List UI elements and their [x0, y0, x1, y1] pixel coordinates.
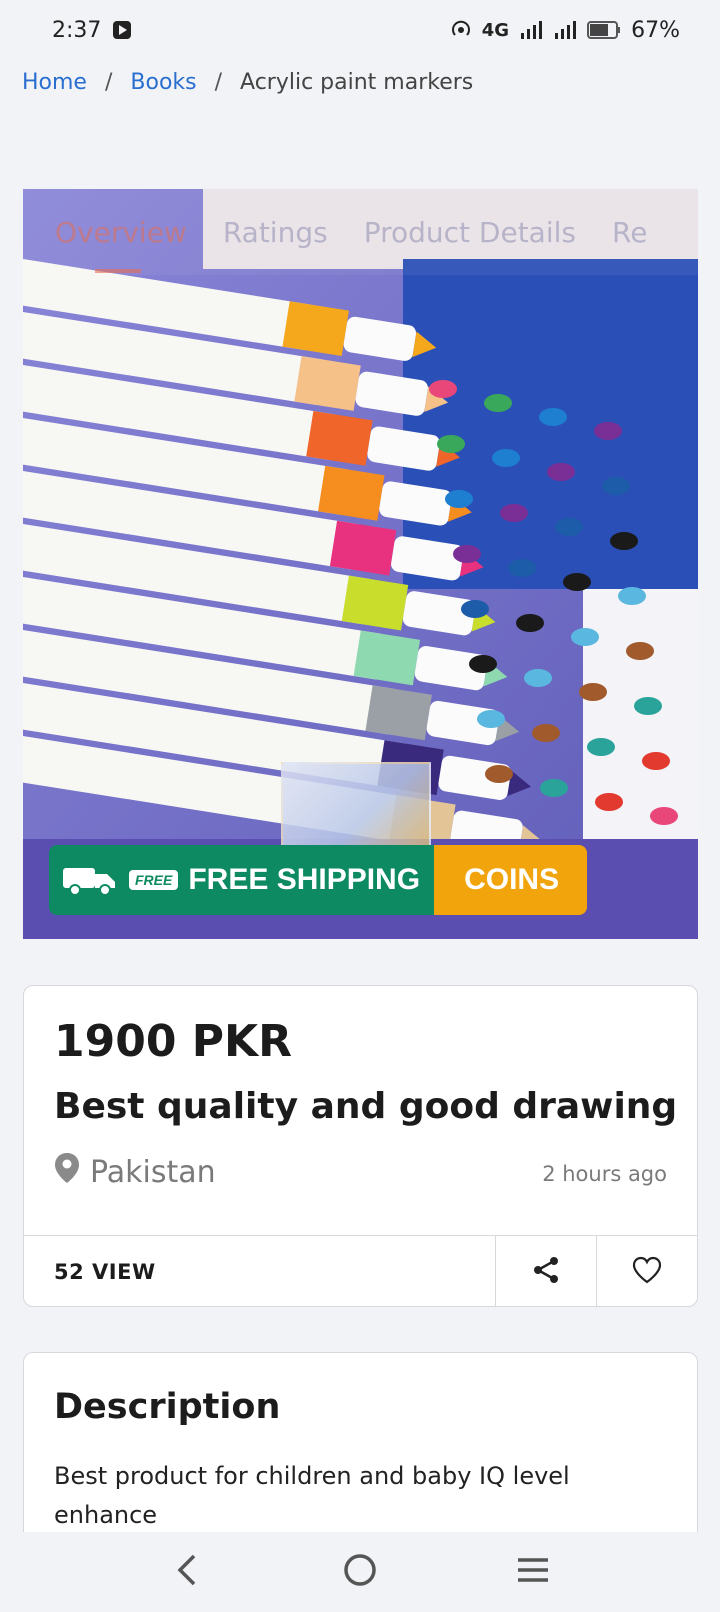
marker-tip [539, 408, 567, 426]
marker-tip [508, 559, 536, 577]
description-heading: Description [54, 1387, 281, 1427]
marker-tip [453, 545, 481, 563]
free-shipping-badge: FREE FREE SHIPPING COINS [49, 845, 588, 915]
tab-reviews[interactable]: Re [612, 216, 647, 249]
marker-tip [587, 738, 615, 756]
product-title: Best quality and good drawing [54, 1086, 678, 1127]
marker-tip [445, 490, 473, 508]
breadcrumb-category[interactable]: Books [130, 70, 196, 95]
menu-button[interactable] [503, 1542, 563, 1602]
marker-tip [650, 807, 678, 825]
marker-tip [626, 642, 654, 660]
status-right: 4G 67% [450, 18, 680, 43]
product-actions: 52 VIEW [24, 1235, 697, 1307]
battery-level: 67% [631, 17, 680, 43]
marker-tip [516, 614, 544, 632]
marker-tip [642, 752, 670, 770]
heart-icon [632, 1256, 662, 1288]
overlay-tabs: Overview Ratings Product Details Re [23, 189, 698, 275]
tab-ratings[interactable]: Ratings [223, 216, 328, 249]
share-icon [531, 1255, 561, 1289]
home-circle-icon [342, 1552, 378, 1592]
coins-section: COINS [434, 845, 588, 915]
menu-icon [516, 1556, 550, 1588]
product-price: 1900 PKR [54, 1016, 293, 1067]
status-time: 2:37 [52, 17, 102, 43]
breadcrumb-separator: / [104, 69, 113, 95]
marker-tip [595, 793, 623, 811]
description-text: Best product for children and baby IQ le… [54, 1462, 570, 1529]
location-text: Pakistan [90, 1154, 216, 1190]
marker-tip [532, 724, 560, 742]
marker-tip [540, 779, 568, 797]
free-shipping-label: FREE SHIPPING [188, 863, 421, 896]
tab-product-details[interactable]: Product Details [364, 216, 576, 249]
marker-tip [485, 765, 513, 783]
marker-tip [484, 394, 512, 412]
media-play-icon [111, 19, 133, 41]
hotspot-icon [450, 19, 472, 41]
marker-tip [547, 463, 575, 481]
marker-tip [477, 710, 505, 728]
marker-tip [618, 587, 646, 605]
product-image[interactable]: Overview Ratings Product Details Re FREE… [23, 189, 698, 939]
marker-tip [563, 573, 591, 591]
share-button[interactable] [495, 1236, 596, 1307]
signal-icon [519, 19, 543, 41]
marker-tip [594, 422, 622, 440]
favorite-button[interactable] [596, 1236, 697, 1307]
marker-tip [571, 628, 599, 646]
status-bar: 2:37 4G 67% [0, 0, 720, 60]
marker-tip [461, 600, 489, 618]
back-icon [172, 1553, 202, 1591]
breadcrumb-separator: / [214, 69, 223, 95]
system-nav-bar [0, 1532, 720, 1612]
coins-label: COINS [464, 863, 560, 896]
marker-tip [634, 697, 662, 715]
battery-icon [587, 20, 621, 40]
breadcrumb: Home / Books / Acrylic paint markers [22, 64, 473, 100]
marker-tip [524, 669, 552, 687]
posted-time: 2 hours ago [542, 1162, 667, 1186]
marker-tip [579, 683, 607, 701]
network-type: 4G [481, 19, 510, 41]
status-left: 2:37 [52, 18, 133, 43]
marker-tip [469, 655, 497, 673]
tab-overview[interactable]: Overview [55, 216, 187, 273]
marker-tip [610, 532, 638, 550]
breadcrumb-home[interactable]: Home [22, 70, 87, 95]
product-summary-card: 1900 PKR Best quality and good drawing P… [23, 985, 698, 1307]
location-pin-icon [54, 1152, 80, 1192]
back-button[interactable] [157, 1542, 217, 1602]
marker-tip [500, 504, 528, 522]
marker-tip [437, 435, 465, 453]
marker-tip [492, 449, 520, 467]
marker-tip [555, 518, 583, 536]
free-shipping-section: FREE FREE SHIPPING [49, 845, 435, 915]
home-button[interactable] [330, 1542, 390, 1602]
marker-tip [602, 477, 630, 495]
signal-icon-2 [553, 19, 577, 41]
free-tag: FREE [129, 870, 179, 890]
view-count: 52 VIEW [54, 1259, 156, 1284]
breadcrumb-current: Acrylic paint markers [240, 69, 474, 95]
truck-icon [61, 862, 119, 898]
product-location: Pakistan [54, 1152, 216, 1192]
marker-tip [429, 380, 457, 398]
